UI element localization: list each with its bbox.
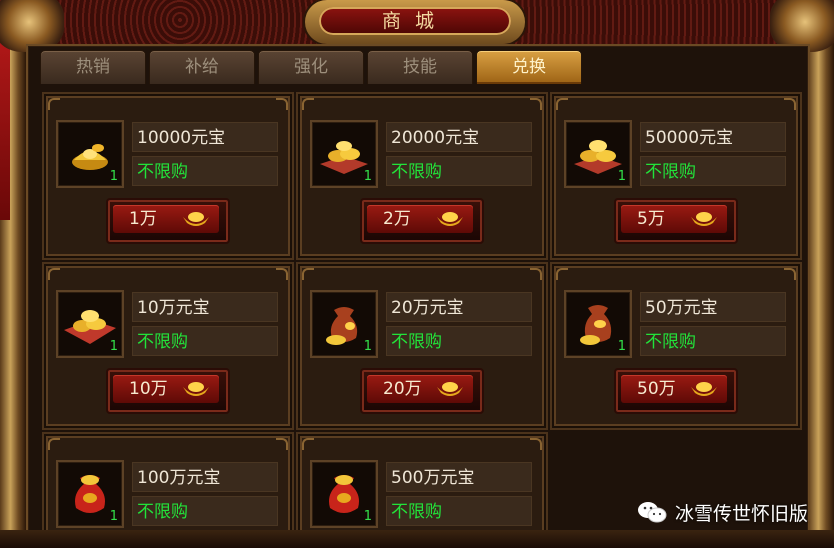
item-name: 20000元宝 (386, 122, 532, 152)
item-name: 10万元宝 (132, 292, 278, 322)
item-name: 10000元宝 (132, 122, 278, 152)
buy-button[interactable]: 2万 (360, 198, 484, 244)
item-slot[interactable]: 1 (310, 460, 378, 528)
price-label: 20万 (383, 379, 422, 399)
item-limit: 不限购 (386, 326, 532, 356)
shop-item: 1 20万元宝 不限购 20万 (296, 262, 548, 430)
item-limit: 不限购 (640, 326, 786, 356)
frame-right-ornament (808, 40, 834, 548)
item-limit: 不限购 (132, 326, 278, 356)
item-name: 50万元宝 (640, 292, 786, 322)
watermark-text: 冰雪传世怀旧版 (674, 502, 808, 525)
left-red-strip (0, 40, 10, 220)
item-quantity: 1 (617, 169, 626, 184)
shop-item: 1 500万元宝 不限购 (296, 432, 548, 536)
item-slot[interactable]: 1 (310, 290, 378, 358)
item-name: 100万元宝 (132, 462, 278, 492)
item-slot[interactable]: 1 (310, 120, 378, 188)
gold-ingot-icon (437, 212, 463, 226)
buy-button[interactable]: 1万 (106, 198, 230, 244)
gold-ingot-icon (183, 382, 209, 396)
buy-button[interactable]: 50万 (614, 368, 738, 414)
item-limit: 不限购 (640, 156, 786, 186)
item-grid: 1 10000元宝 不限购 1万 1 20000元宝 不限购 2万 1 5000… (42, 92, 802, 536)
item-limit: 不限购 (132, 496, 278, 526)
buy-button[interactable]: 20万 (360, 368, 484, 414)
price-label: 50万 (637, 379, 676, 399)
tab-enhance[interactable]: 强化 (258, 50, 364, 84)
item-quantity: 1 (109, 169, 118, 184)
wechat-icon (637, 502, 667, 523)
price-label: 2万 (383, 209, 411, 229)
item-name: 50000元宝 (640, 122, 786, 152)
window-title: 商城 (319, 7, 511, 35)
shop-item: 1 10万元宝 不限购 10万 (42, 262, 294, 430)
shop-item: 1 50万元宝 不限购 50万 (550, 262, 802, 430)
item-quantity: 1 (363, 509, 372, 524)
price-label: 5万 (637, 209, 665, 229)
shop-item: 1 100万元宝 不限购 (42, 432, 294, 536)
price-label: 10万 (129, 379, 168, 399)
gold-ingot-icon (691, 382, 717, 396)
item-limit: 不限购 (386, 496, 532, 526)
item-name: 500万元宝 (386, 462, 532, 492)
item-slot[interactable]: 1 (564, 290, 632, 358)
buy-button[interactable]: 10万 (106, 368, 230, 414)
item-slot[interactable]: 1 (564, 120, 632, 188)
buy-button[interactable]: 5万 (614, 198, 738, 244)
item-quantity: 1 (363, 169, 372, 184)
shop-item: 1 10000元宝 不限购 1万 (42, 92, 294, 260)
tab-skill[interactable]: 技能 (367, 50, 473, 84)
watermark: 冰雪传世怀旧版 (637, 498, 808, 526)
item-limit: 不限购 (132, 156, 278, 186)
item-limit: 不限购 (386, 156, 532, 186)
frame-bottom (0, 530, 834, 548)
item-quantity: 1 (109, 339, 118, 354)
item-slot[interactable]: 1 (56, 290, 124, 358)
tab-exchange[interactable]: 兑换 (476, 50, 582, 84)
item-name: 20万元宝 (386, 292, 532, 322)
gold-ingot-icon (691, 212, 717, 226)
item-slot[interactable]: 1 (56, 120, 124, 188)
gold-ingot-icon (437, 382, 463, 396)
shop-item: 1 50000元宝 不限购 5万 (550, 92, 802, 260)
tab-bar: 热销 补给 强化 技能 兑换 (40, 50, 582, 84)
price-label: 1万 (129, 209, 157, 229)
tab-supply[interactable]: 补给 (149, 50, 255, 84)
shop-item: 1 20000元宝 不限购 2万 (296, 92, 548, 260)
item-quantity: 1 (109, 509, 118, 524)
item-quantity: 1 (617, 339, 626, 354)
item-quantity: 1 (363, 339, 372, 354)
item-slot[interactable]: 1 (56, 460, 124, 528)
title-plate: 商城 (305, 0, 525, 44)
tab-hot[interactable]: 热销 (40, 50, 146, 84)
gold-ingot-icon (183, 212, 209, 226)
